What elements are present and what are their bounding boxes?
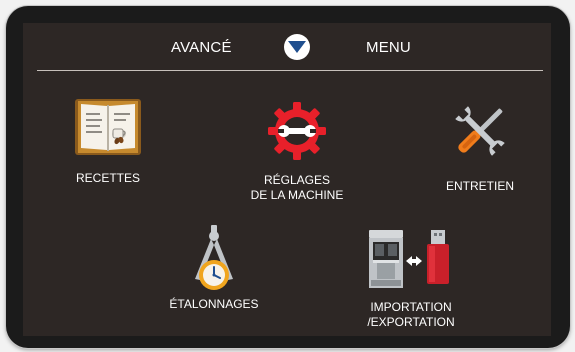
menu-item-recettes[interactable]: RECETTES bbox=[53, 95, 163, 186]
menu-label-import-line1: IMPORTATION bbox=[370, 300, 452, 314]
menu-item-entretien[interactable]: ENTRETIEN bbox=[425, 99, 535, 194]
recipe-book-icon bbox=[75, 99, 141, 155]
menu-label-reglages-line1: RÉGLAGES bbox=[263, 173, 331, 187]
menu-screen: AVANCÉ MENU RECETTES RÉGLAGES DE LA MACH… bbox=[23, 23, 551, 336]
menu-label-etalonnages: ÉTALONNAGES bbox=[169, 297, 259, 311]
menu-label-recettes: RECETTES bbox=[75, 171, 140, 185]
tools-icon bbox=[455, 106, 505, 156]
menu-label-import-line2: /EXPORTATION bbox=[367, 315, 455, 329]
machine-usb-transfer-icon bbox=[369, 230, 449, 288]
menu-label-reglages-line2: DE LA MACHINE bbox=[250, 188, 344, 202]
menu-header: AVANCÉ MENU bbox=[23, 23, 551, 71]
tab-avance[interactable]: AVANCÉ bbox=[171, 39, 232, 56]
menu-label-entretien: ENTRETIEN bbox=[445, 179, 514, 193]
menu-item-importation-exportation[interactable]: IMPORTATION /EXPORTATION bbox=[341, 228, 481, 330]
menu-label-import-export: IMPORTATION /EXPORTATION bbox=[341, 300, 481, 330]
menu-item-etalonnages[interactable]: ÉTALONNAGES bbox=[149, 225, 279, 312]
mode-toggle-icon bbox=[284, 34, 310, 60]
gear-wrench-icon bbox=[268, 102, 326, 160]
tab-menu[interactable]: MENU bbox=[366, 39, 411, 56]
header-divider bbox=[37, 70, 543, 71]
mode-toggle-button[interactable] bbox=[283, 33, 311, 61]
menu-item-reglages-machine[interactable]: RÉGLAGES DE LA MACHINE bbox=[230, 99, 364, 203]
calibration-compass-clock-icon bbox=[195, 225, 233, 290]
menu-label-reglages: RÉGLAGES DE LA MACHINE bbox=[230, 173, 364, 203]
